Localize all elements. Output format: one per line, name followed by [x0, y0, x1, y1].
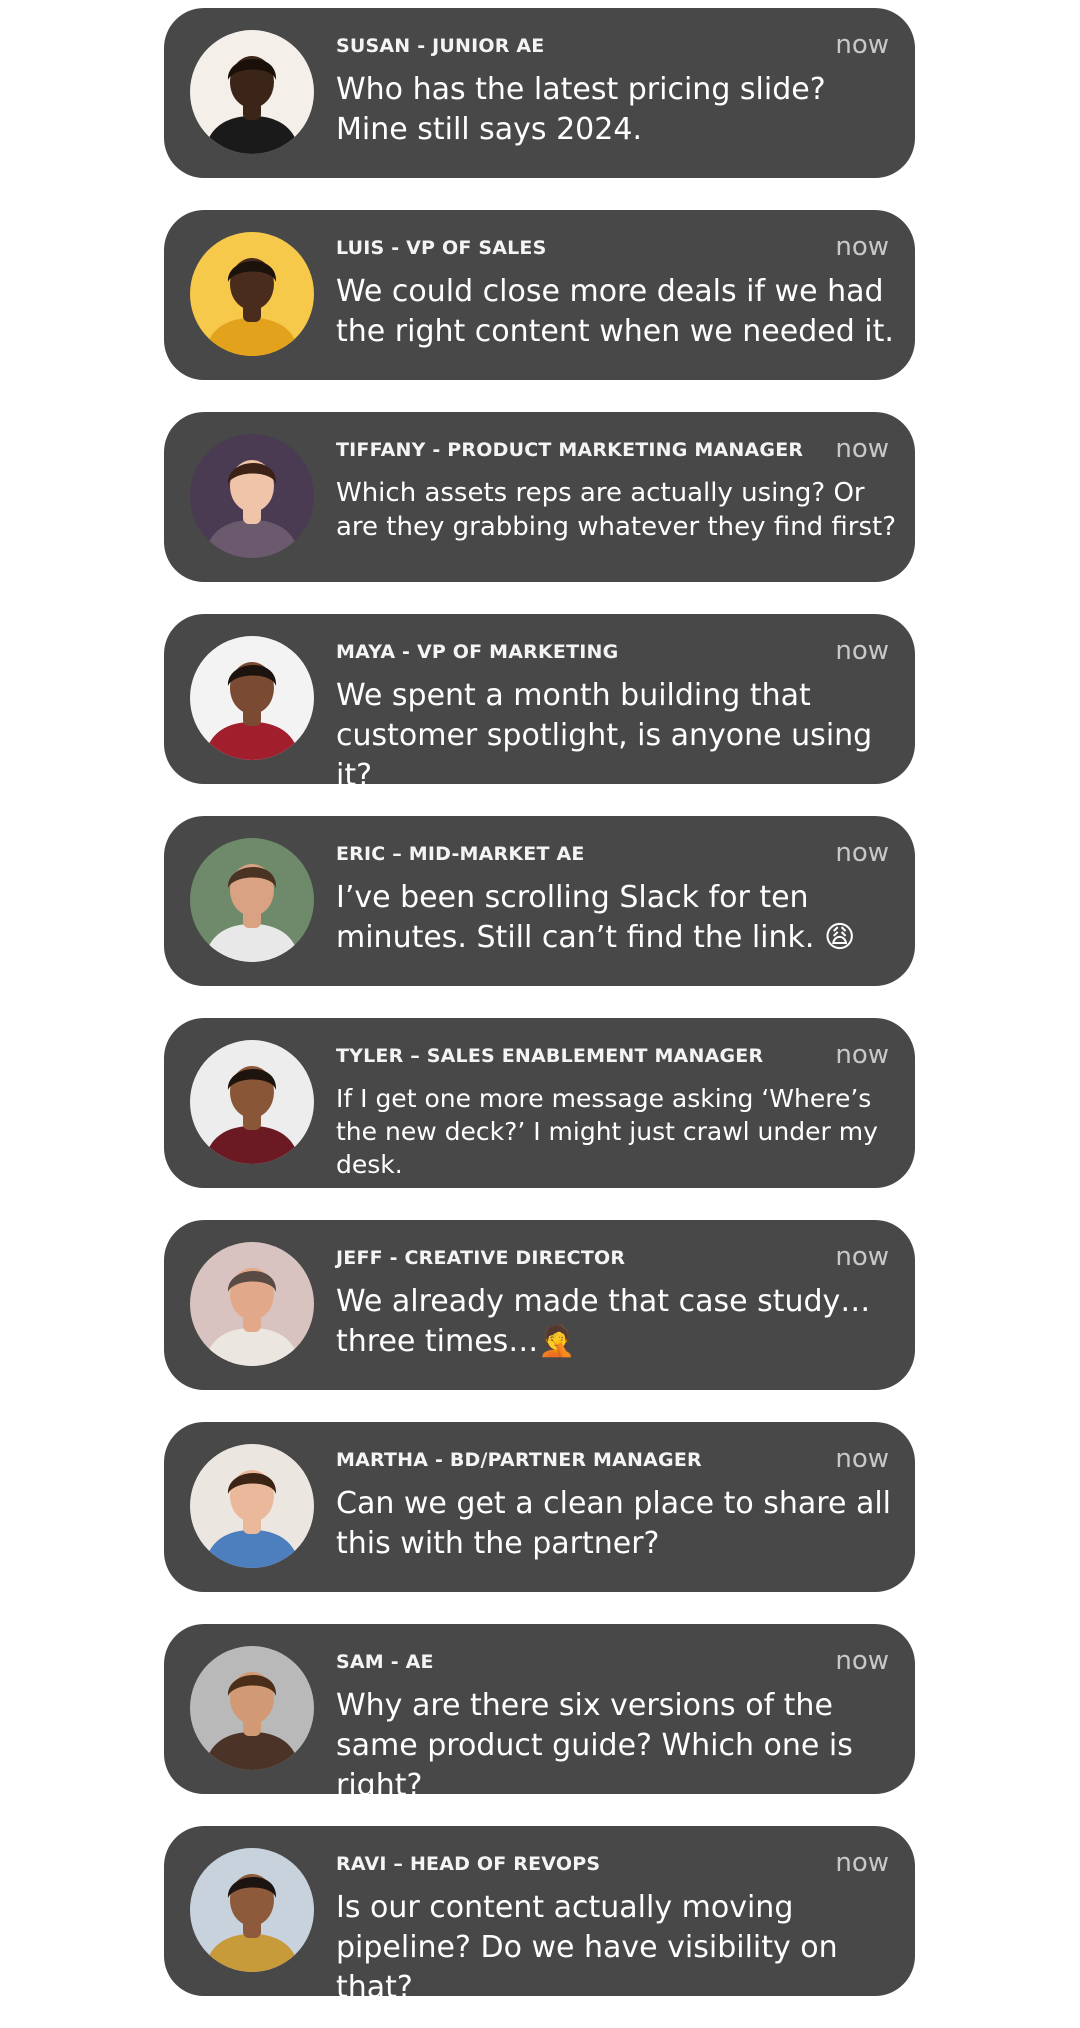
- message-text: Is our content actually moving pipeline?…: [336, 1890, 838, 2005]
- avatar: [190, 232, 314, 356]
- timestamp: now: [835, 838, 889, 868]
- sender-name: JEFF - CREATIVE DIRECTOR: [336, 1247, 626, 1269]
- sender-name: MAYA - VP OF MARKETING: [336, 641, 619, 663]
- avatar-portrait: [190, 1040, 314, 1164]
- avatar: [190, 1242, 314, 1366]
- avatar: [190, 636, 314, 760]
- avatar-portrait: [190, 434, 314, 558]
- avatar: [190, 1444, 314, 1568]
- timestamp: now: [835, 434, 889, 464]
- sender-name: LUIS - VP OF SALES: [336, 237, 547, 259]
- avatar: [190, 30, 314, 154]
- message-text: We spent a month building that customer …: [336, 678, 873, 793]
- avatar-portrait: [190, 636, 314, 760]
- sender-name: SAM - AE: [336, 1651, 434, 1673]
- sender-name: RAVI – HEAD OF REVOPS: [336, 1853, 601, 1875]
- avatar-portrait: [190, 1646, 314, 1770]
- message-text: I’ve been scrolling Slack for ten minute…: [336, 880, 856, 955]
- avatar-portrait: [190, 838, 314, 962]
- avatar-portrait: [190, 30, 314, 154]
- notification-card-7[interactable]: JEFF - CREATIVE DIRECTOR now We already …: [164, 1220, 915, 1390]
- message-text: Which assets reps are actually using? Or…: [336, 478, 896, 542]
- timestamp: now: [835, 232, 889, 262]
- notification-card-10[interactable]: RAVI – HEAD OF REVOPS now Is our content…: [164, 1826, 915, 2005]
- timestamp: now: [835, 1444, 889, 1474]
- notification-feed: SUSAN - JUNIOR AE now Who has the latest…: [164, 8, 915, 2028]
- message-text: We could close more deals if we had the …: [336, 274, 894, 349]
- avatar: [190, 434, 314, 558]
- avatar-portrait: [190, 1242, 314, 1366]
- notification-card-8[interactable]: MARTHA - BD/PARTNER MANAGER now Can we g…: [164, 1422, 915, 1592]
- avatar-portrait: [190, 1848, 314, 1972]
- avatar: [190, 838, 314, 962]
- avatar: [190, 1040, 314, 1164]
- sender-name: TYLER – SALES ENABLEMENT MANAGER: [336, 1045, 764, 1067]
- sender-name: ERIC – MID-MARKET AE: [336, 843, 585, 865]
- notification-card-5[interactable]: ERIC – MID-MARKET AE now I’ve been scrol…: [164, 816, 915, 986]
- avatar: [190, 1848, 314, 1972]
- notification-card-1[interactable]: SUSAN - JUNIOR AE now Who has the latest…: [164, 8, 915, 178]
- timestamp: now: [835, 636, 889, 666]
- notification-card-9[interactable]: SAM - AE now Why are there six versions …: [164, 1624, 915, 1803]
- timestamp: now: [835, 1848, 889, 1878]
- message-text: If I get one more message asking ‘Where’…: [336, 1084, 878, 1179]
- avatar-portrait: [190, 232, 314, 356]
- message-text: Why are there six versions of the same p…: [336, 1688, 853, 1803]
- notification-card-2[interactable]: LUIS - VP OF SALES now We could close mo…: [164, 210, 915, 380]
- notification-card-6[interactable]: TYLER – SALES ENABLEMENT MANAGER now If …: [164, 1018, 915, 1188]
- timestamp: now: [835, 1242, 889, 1272]
- timestamp: now: [835, 30, 889, 60]
- avatar: [190, 1646, 314, 1770]
- notification-card-4[interactable]: MAYA - VP OF MARKETING now We spent a mo…: [164, 614, 915, 793]
- timestamp: now: [835, 1040, 889, 1070]
- avatar-portrait: [190, 1444, 314, 1568]
- message-text: Who has the latest pricing slide? Mine s…: [336, 72, 826, 147]
- message-text: Can we get a clean place to share all th…: [336, 1486, 891, 1561]
- sender-name: MARTHA - BD/PARTNER MANAGER: [336, 1449, 702, 1471]
- timestamp: now: [835, 1646, 889, 1676]
- message-text: We already made that case study… three t…: [336, 1284, 871, 1359]
- notification-card-3[interactable]: TIFFANY - PRODUCT MARKETING MANAGER now …: [164, 412, 915, 582]
- sender-name: SUSAN - JUNIOR AE: [336, 35, 545, 57]
- sender-name: TIFFANY - PRODUCT MARKETING MANAGER: [336, 439, 804, 461]
